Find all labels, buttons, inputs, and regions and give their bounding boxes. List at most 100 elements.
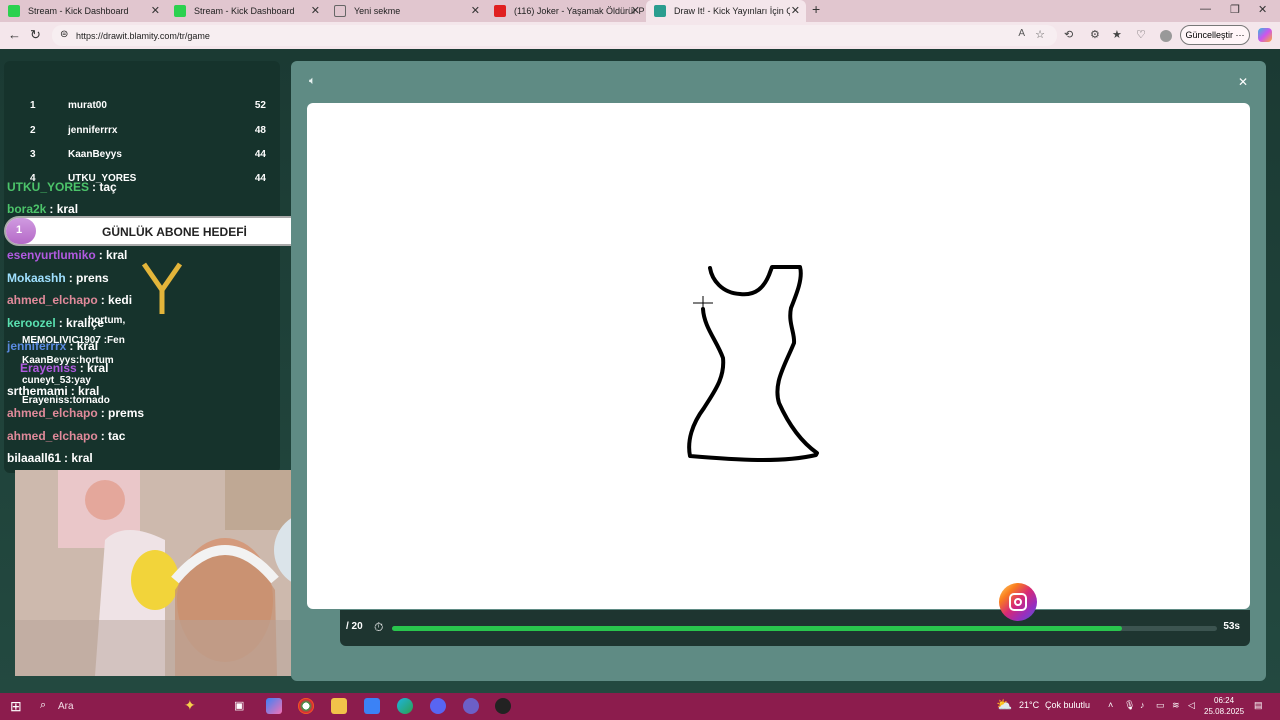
chat-message: ahmed_elchapo: tac — [7, 429, 125, 443]
tab-youtube[interactable]: (116) Joker - Yaşamak Öldürür P ✕ — [486, 0, 646, 22]
site-info-icon[interactable]: ⊜ — [60, 29, 68, 40]
chat-message: UTKU_YORES: taç — [7, 180, 117, 194]
score: 44 — [254, 149, 266, 160]
close-icon[interactable]: ✕ — [471, 4, 480, 17]
chat-username[interactable]: esenyurtlumiko — [7, 248, 96, 262]
crosshair-cursor — [693, 296, 713, 316]
app-icon[interactable] — [430, 698, 446, 714]
player-name: jenniferrrx — [68, 125, 118, 136]
close-window-icon[interactable]: ✕ — [1258, 3, 1267, 16]
rank: 3 — [30, 149, 36, 160]
tab-kick-dashboard-2[interactable]: Stream - Kick Dashboard ✕ — [166, 0, 326, 22]
speaker-icon[interactable]: ♪ — [1140, 700, 1145, 710]
close-icon[interactable]: ✕ — [631, 4, 640, 17]
minimize-icon[interactable]: — — [1200, 3, 1211, 15]
maximize-icon[interactable]: ❐ — [1230, 3, 1240, 16]
drawing-canvas[interactable] — [307, 103, 1250, 609]
notification-icon[interactable]: ▤ — [1254, 700, 1263, 711]
search-icon[interactable]: ⌕ — [40, 699, 46, 712]
url-field[interactable]: ⊜ https://drawit.blamity.com/tr/game A ☆ — [52, 25, 1057, 46]
chat-message: bilaaall61: kral — [7, 451, 93, 465]
favorites-icon[interactable]: ★ — [1112, 28, 1122, 41]
chevron-up-icon[interactable]: ˄ — [1108, 700, 1113, 710]
windows-start-icon[interactable]: ⊞ — [10, 698, 22, 715]
tab-kick-dashboard-1[interactable]: Stream - Kick Dashboard ✕ — [0, 0, 166, 22]
overlay-chat-line: KaanBeyys:hortum — [22, 355, 114, 366]
tab-label: Stream - Kick Dashboard — [28, 6, 129, 16]
chat-message: bora2k: kral — [7, 202, 78, 216]
tab-new[interactable]: Yeni sekme ✕ — [326, 0, 486, 22]
chat-username[interactable]: Mokaashh — [7, 271, 66, 285]
chat-message: ahmed_elchapo: kedi — [7, 293, 132, 307]
edge-icon[interactable] — [397, 698, 413, 714]
update-button[interactable]: Güncelleştir ⋯ — [1180, 25, 1250, 45]
favorite-star-icon[interactable]: ☆ — [1035, 28, 1045, 41]
chat-username[interactable]: keroozel — [7, 316, 56, 330]
clock-date[interactable]: 25.08.2025 — [1204, 707, 1244, 716]
gold-emblem-icon — [141, 262, 183, 314]
chat-text: : kral — [49, 202, 79, 216]
refresh-icon[interactable]: ↻ — [30, 27, 41, 43]
chat-username[interactable]: ahmed_elchapo — [7, 406, 98, 420]
dress-drawing — [687, 265, 819, 462]
profile-avatar-icon[interactable] — [1160, 30, 1172, 42]
discord-icon[interactable] — [463, 698, 479, 714]
performance-icon[interactable]: ⚙ — [1090, 28, 1100, 41]
sub-goal-label: GÜNLÜK ABONE HEDEFİ — [102, 225, 247, 239]
chat-username[interactable]: bora2k — [7, 202, 46, 216]
player-name: KaanBeyys — [68, 149, 122, 160]
volume-icon[interactable]: ◁ — [1188, 700, 1195, 711]
wifi-icon[interactable]: ≋ — [1172, 700, 1180, 711]
score: 44 — [254, 173, 266, 184]
copilot-app-icon[interactable] — [266, 698, 282, 714]
leaderboard-row: 1 murat00 52 — [30, 100, 266, 111]
chat-text: : taç — [92, 180, 117, 194]
overlay-chat-line: cuneyt_53:yay — [22, 375, 91, 386]
chat-username[interactable]: bilaaall61 — [7, 451, 61, 465]
close-game-icon[interactable]: ✕ — [1238, 75, 1248, 89]
chat-message: ahmed_elchapo: prems — [7, 406, 144, 420]
sound-icon[interactable]: 🔈︎ — [309, 75, 316, 88]
weather-icon: ⛅ — [996, 697, 1013, 712]
chrome-icon[interactable] — [298, 698, 314, 714]
url-text: https://drawit.blamity.com/tr/game — [76, 30, 210, 41]
drawit-icon — [654, 5, 666, 17]
close-icon[interactable]: ✕ — [151, 4, 160, 17]
tab-drawit[interactable]: Draw It! - Kick Yayınları İçin Çizim ✕ — [646, 0, 806, 22]
rank: 2 — [30, 125, 36, 136]
sub-goal-current: 1 — [16, 224, 23, 236]
tab-label: Yeni sekme — [354, 6, 401, 16]
close-icon[interactable]: ✕ — [311, 4, 320, 17]
chat-text: : prems — [100, 406, 145, 420]
round-counter: / 20 — [346, 621, 363, 632]
close-icon[interactable]: ✕ — [791, 4, 800, 17]
obs-icon[interactable] — [495, 698, 511, 714]
kick-icon — [174, 5, 186, 17]
weather-temp[interactable]: 21°C — [1019, 700, 1039, 710]
chat-text: : kral — [64, 451, 93, 465]
taskbar-search[interactable]: Ara — [58, 701, 74, 712]
extensions-icon[interactable]: ⟲ — [1064, 28, 1073, 41]
task-view-icon[interactable]: ▣ — [234, 699, 244, 712]
chat-username[interactable]: ahmed_elchapo — [7, 293, 98, 307]
file-explorer-icon[interactable] — [331, 698, 347, 714]
microphone-icon[interactable]: 🎙︎ — [1124, 700, 1135, 711]
weather-desc[interactable]: Çok bulutlu — [1045, 700, 1090, 710]
new-tab-icon[interactable]: + — [812, 1, 820, 17]
chat-text: : tac — [100, 429, 126, 443]
chat-username[interactable]: UTKU_YORES — [7, 180, 89, 194]
sparkle-icon: ✦ — [184, 697, 196, 713]
health-icon[interactable]: ♡ — [1136, 28, 1146, 41]
chat-username[interactable]: ahmed_elchapo — [7, 429, 98, 443]
network-icon[interactable]: ▭ — [1156, 700, 1165, 711]
copilot-icon[interactable] — [1258, 28, 1272, 42]
store-icon[interactable] — [364, 698, 380, 714]
tab-bar: Stream - Kick Dashboard ✕ Stream - Kick … — [0, 0, 1280, 22]
read-aloud-icon[interactable]: A — [1018, 28, 1025, 39]
overlay-chat-line: Erayeniss:tornado — [22, 395, 110, 406]
update-label: Güncelleştir — [1185, 30, 1233, 40]
clock-time[interactable]: 06:24 — [1214, 696, 1234, 705]
overlay-chat-line: MEMOLIVIC1907 :Fen — [22, 335, 125, 346]
score: 52 — [254, 100, 266, 111]
back-icon[interactable]: ← — [8, 27, 21, 42]
